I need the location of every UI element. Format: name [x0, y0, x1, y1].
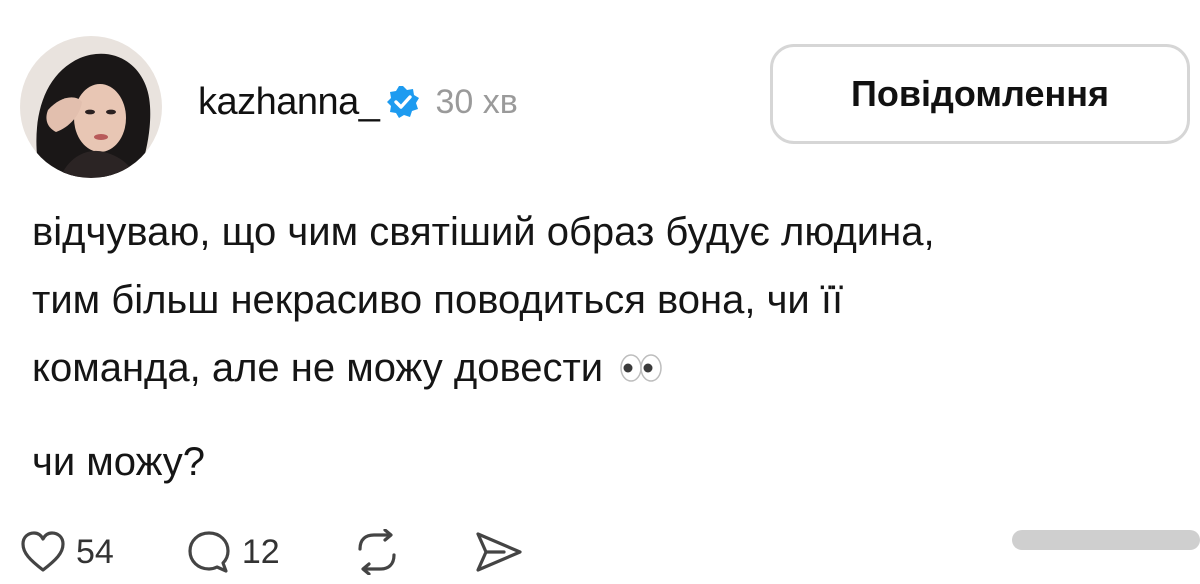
post-text-line: команда, але не можу довести — [32, 346, 604, 390]
verified-badge-icon — [385, 84, 421, 120]
avatar[interactable] — [20, 36, 162, 178]
share-button[interactable] — [474, 530, 524, 574]
comment-icon — [186, 529, 232, 575]
post-timestamp: 30 хв — [435, 82, 518, 121]
post-text: відчуваю, що чим святіший образ будує лю… — [32, 198, 1152, 404]
post-text-line: відчуваю, що чим святіший образ будує лю… — [32, 210, 935, 254]
comments-count: 12 — [241, 532, 280, 571]
post-text-line-with-emoji: команда, але не можу довести — [32, 334, 1152, 404]
post-text-line: тим більш некрасиво поводиться вона, чи … — [32, 278, 844, 322]
heart-icon — [20, 530, 66, 574]
post-question: чи можу? — [32, 440, 206, 484]
post-actions: 54 12 — [20, 520, 640, 584]
avatar-image — [20, 36, 162, 178]
message-button[interactable]: Повідомлення — [770, 44, 1190, 144]
repost-icon — [352, 529, 402, 575]
like-button[interactable]: 54 — [20, 530, 114, 574]
comment-button[interactable]: 12 — [186, 529, 280, 575]
eyes-emoji — [618, 336, 664, 404]
repost-button[interactable] — [352, 529, 402, 575]
username[interactable]: kazhanna_ — [198, 81, 380, 124]
scroll-indicator[interactable] — [1012, 530, 1200, 550]
likes-count: 54 — [76, 532, 114, 571]
share-icon — [474, 530, 524, 574]
post-header: kazhanna_ 30 хв — [198, 72, 518, 132]
